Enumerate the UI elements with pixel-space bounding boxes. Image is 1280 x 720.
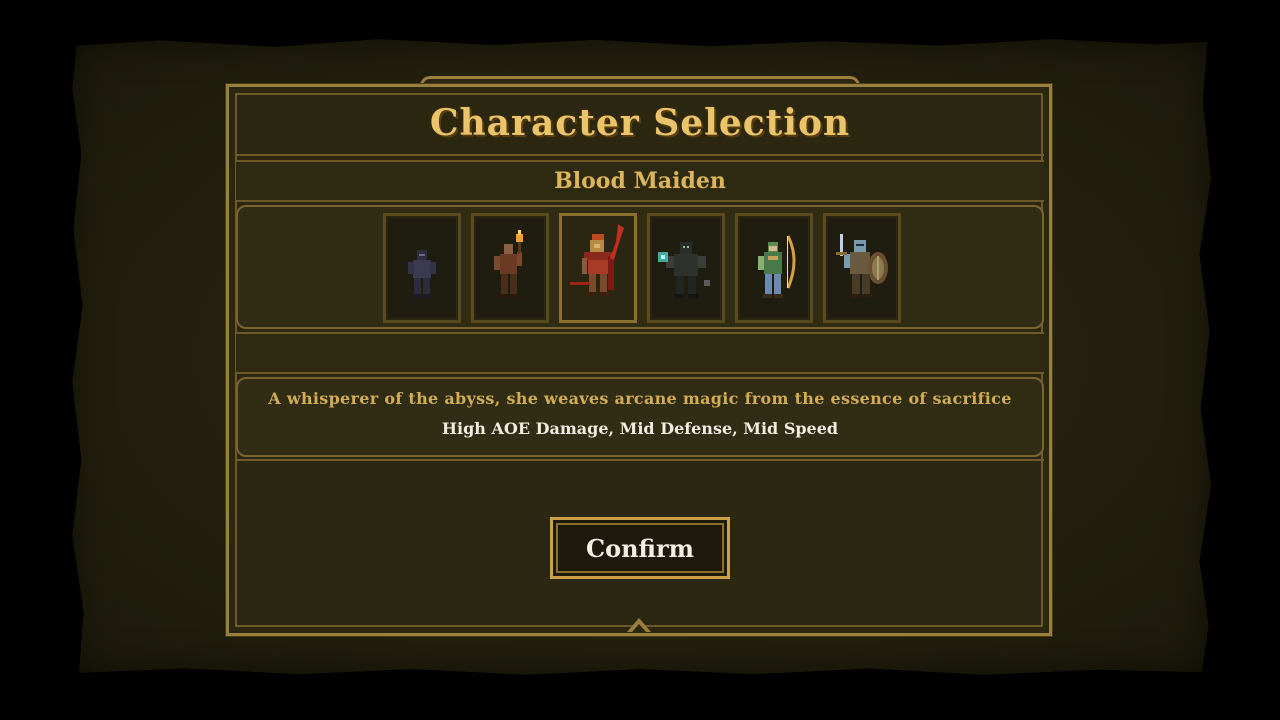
character-card-torch-bearer[interactable] [471, 213, 549, 323]
character-card-dark-mage[interactable] [647, 213, 725, 323]
blood-maiden-sprite [570, 224, 624, 296]
shield-knight-sprite [836, 234, 888, 298]
screen-title: Character Selection [236, 92, 1044, 156]
character-card-blood-maiden[interactable] [559, 213, 637, 323]
description-panel: A whisperer of the abyss, she weaves arc… [236, 377, 1044, 457]
archer-sprite [758, 235, 796, 298]
torch-bearer-sprite [494, 230, 523, 298]
character-roster [383, 213, 901, 323]
shadow-rogue-sprite [408, 250, 436, 298]
divider-bar [236, 332, 1044, 374]
frame-bottom-ornament [624, 616, 654, 636]
character-description: A whisperer of the abyss, she weaves arc… [268, 389, 1012, 408]
character-card-shield-knight[interactable] [823, 213, 901, 323]
character-card-archer[interactable] [735, 213, 813, 323]
dark-mage-sprite [658, 242, 710, 298]
character-stats: High AOE Damage, Mid Defense, Mid Speed [441, 419, 839, 438]
character-card-shadow-rogue[interactable] [383, 213, 461, 323]
confirm-button[interactable]: Confirm [550, 517, 730, 579]
selected-character-name: Blood Maiden [236, 160, 1044, 202]
